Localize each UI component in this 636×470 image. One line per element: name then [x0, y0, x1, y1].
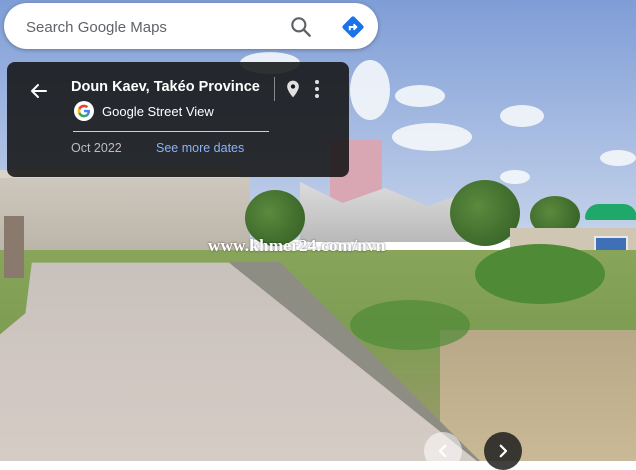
chevron-left-icon	[438, 444, 447, 458]
watermark-text: www.khmer24.com/nvn	[208, 236, 386, 255]
next-image-button[interactable]	[484, 432, 522, 470]
capture-date: Oct 2022	[71, 141, 122, 155]
map-pin-icon	[287, 80, 299, 98]
location-info-panel: Doun Kaev, Takéo Province Google Street …	[7, 62, 349, 177]
search-button[interactable]	[288, 14, 314, 40]
green-umbrella	[585, 204, 636, 220]
see-more-dates-link[interactable]: See more dates	[156, 141, 244, 155]
bush	[350, 300, 470, 350]
search-icon	[291, 17, 311, 37]
back-button[interactable]	[27, 79, 51, 103]
bush	[475, 244, 605, 304]
more-options-button[interactable]	[309, 78, 325, 100]
pillar	[4, 216, 24, 278]
divider	[274, 77, 275, 101]
cloud	[350, 60, 390, 120]
cloud	[500, 105, 544, 127]
divider	[73, 131, 269, 132]
more-vertical-icon	[315, 80, 319, 98]
previous-image-button[interactable]	[424, 432, 462, 470]
cloud	[395, 85, 445, 107]
arrow-left-icon	[31, 84, 47, 98]
chevron-right-icon	[499, 444, 508, 458]
street-view-source: Google Street View	[74, 100, 214, 122]
cloud	[600, 150, 636, 166]
source-label: Google Street View	[102, 103, 214, 119]
search-bar	[4, 3, 378, 49]
cloud	[500, 170, 530, 184]
search-input[interactable]	[26, 17, 266, 37]
cloud	[392, 123, 472, 151]
location-pin-button[interactable]	[283, 78, 303, 100]
directions-icon	[342, 16, 364, 38]
directions-button[interactable]	[340, 14, 366, 40]
dirt-patch	[440, 330, 636, 461]
place-title: Doun Kaev, Takéo Province	[71, 79, 260, 95]
google-g-icon	[74, 101, 94, 121]
